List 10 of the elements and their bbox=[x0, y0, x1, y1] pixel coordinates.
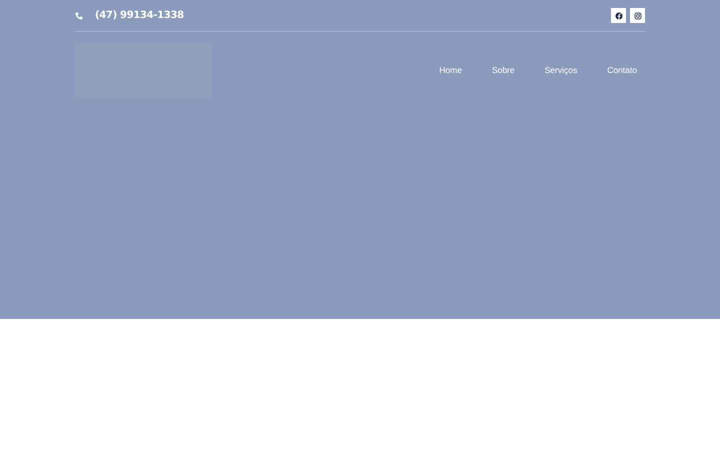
facebook-icon bbox=[614, 12, 622, 20]
phone-icon bbox=[75, 12, 83, 20]
nav-link[interactable]: Contato bbox=[607, 64, 637, 77]
facebook-link[interactable] bbox=[611, 8, 626, 23]
phone-number: (47) 99134-1338 bbox=[95, 9, 184, 23]
nav-link[interactable]: Sobre bbox=[492, 64, 515, 77]
instagram-icon bbox=[634, 12, 642, 20]
nav-link[interactable]: Serviços bbox=[544, 64, 578, 77]
instagram-link[interactable] bbox=[630, 8, 645, 23]
nav-link[interactable]: Home bbox=[439, 64, 462, 77]
